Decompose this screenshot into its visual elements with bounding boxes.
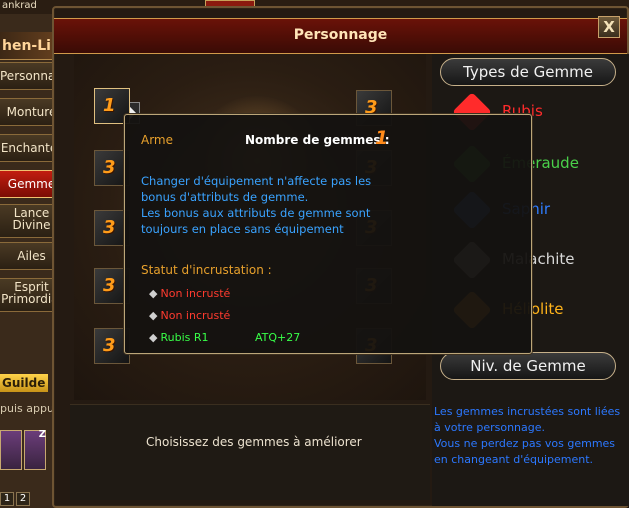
avatar-level: Z (38, 429, 46, 440)
guild-tab[interactable]: Guilde (0, 374, 48, 392)
close-button[interactable]: X (598, 16, 620, 38)
slot-gem-count: 1 (103, 95, 116, 116)
tooltip-count-label: Nombre de gemmes : (245, 133, 390, 147)
slot-gem-count: 3 (103, 217, 116, 238)
gem-info-text: Les gemmes incrustées sont liées à votre… (434, 404, 627, 468)
bullet-icon: ◆ (149, 309, 158, 322)
tooltip-status-title: Statut d'incrustation : (141, 263, 272, 277)
info-line: Vous ne perdez pas vos gemmes (434, 437, 616, 450)
bullet-icon: ◆ (149, 287, 158, 300)
info-line: Les gemmes incrustées sont liées (434, 405, 621, 418)
status-bonus: ATQ+27 (255, 331, 301, 344)
player-name: ankrad (2, 0, 37, 11)
guild-tip: puis appu (0, 402, 54, 415)
info-line: en changeant d'équipement. (434, 453, 594, 466)
status-text: Non incrusté (160, 309, 231, 322)
description-line: Changer d'équipement n'affecte pas les (141, 174, 372, 188)
avatar[interactable] (0, 430, 22, 470)
gem-types-header: Types de Gemme (440, 58, 616, 86)
tooltip-description: Changer d'équipement n'affecte pas les b… (141, 173, 381, 237)
hotbar-slot[interactable]: 1 (0, 492, 14, 506)
gem-level-header: Niv. de Gemme (440, 352, 616, 380)
game-screen: ankrad hen-Li Personnage Monture Enchant… (0, 0, 629, 508)
status-text: Rubis R1 (160, 331, 209, 344)
hotbar-slot[interactable]: 2 (16, 492, 30, 506)
tooltip-item-type: Arme (141, 133, 174, 147)
status-row: ◆ Non incrusté (149, 309, 230, 322)
window-title-bar: Personnage (54, 18, 627, 54)
description-line: toujours en place sans équipement (141, 222, 344, 236)
upgrade-hint: Choisissez des gemmes à améliorer (146, 435, 362, 449)
gem-tooltip: Arme Nombre de gemmes : 1 Changer d'équi… (124, 114, 532, 354)
status-row: ◆ Non incrusté (149, 287, 230, 300)
bullet-icon: ◆ (149, 331, 158, 344)
status-text: Non incrusté (160, 287, 231, 300)
slot-gem-count: 3 (103, 157, 116, 178)
info-line: à votre personnage. (434, 421, 545, 434)
slot-gem-count: 3 (103, 335, 116, 356)
upgrade-area: Choisissez des gemmes à améliorer (70, 404, 430, 500)
description-line: Les bonus aux attributs de gemme sont (141, 206, 371, 220)
gem-window: Personnage X 1 3 3 3 3 3 Choisissez des … (52, 6, 629, 508)
slot-gem-count: 3 (103, 275, 116, 296)
avatar[interactable]: Z (24, 429, 46, 470)
status-row: ◆ Rubis R1 ATQ+27 (149, 331, 300, 344)
window-title: Personnage (293, 27, 388, 43)
tooltip-count-value: 1 (375, 127, 389, 149)
description-line: bonus d'attributs de gemme. (141, 190, 309, 204)
